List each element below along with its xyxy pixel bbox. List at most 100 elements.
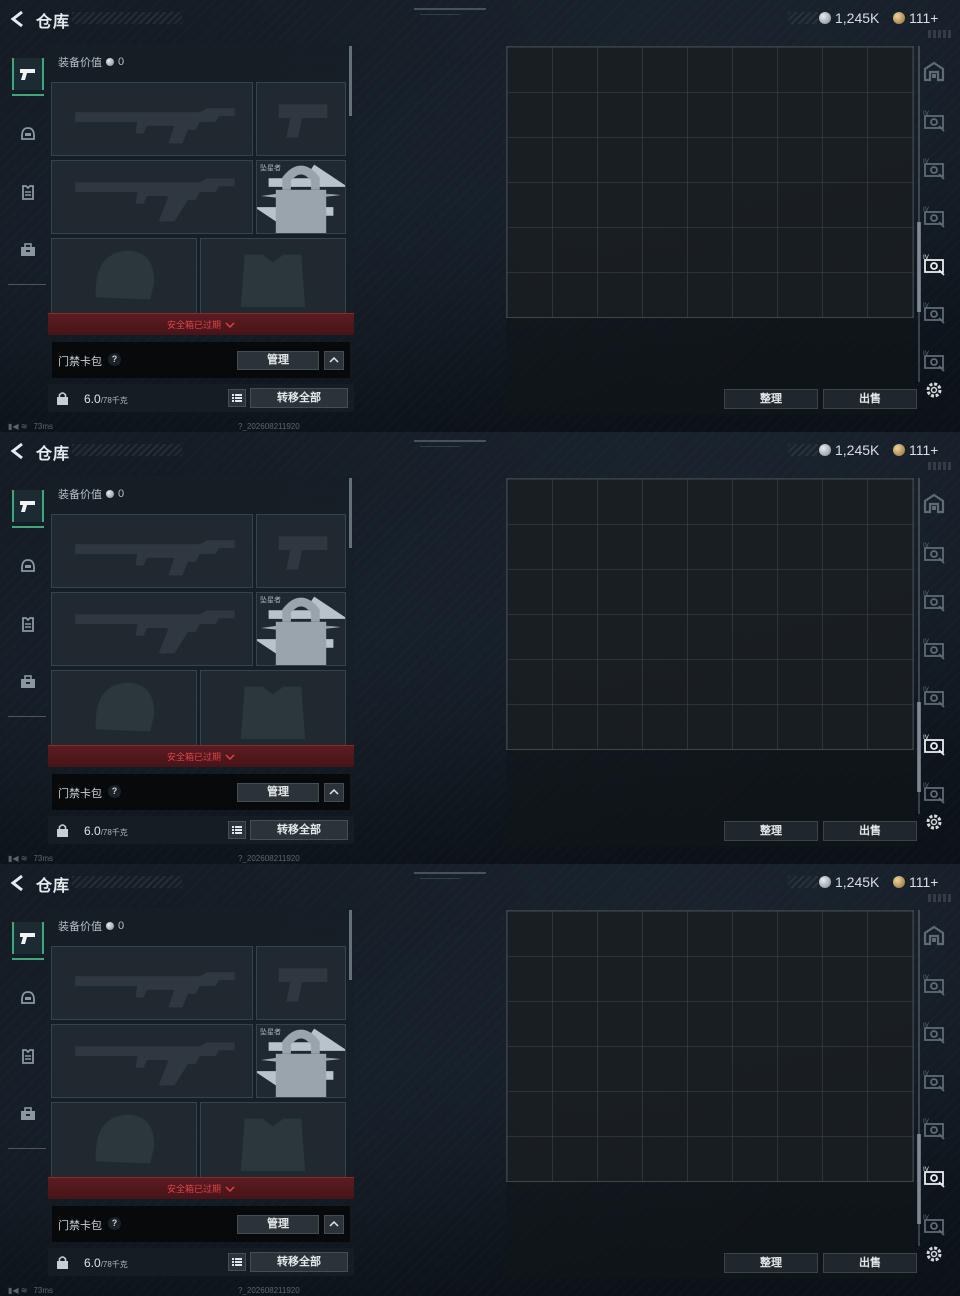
warehouse-icon[interactable] xyxy=(922,60,946,84)
tab-vest[interactable] xyxy=(12,1040,44,1072)
silver-currency[interactable]: 1,245K xyxy=(819,442,879,458)
sort-button[interactable]: 整理 xyxy=(724,389,818,409)
melee-slot[interactable]: 坠星者 xyxy=(256,1024,346,1098)
melee-slot[interactable]: 坠星者 xyxy=(256,592,346,666)
storage-tab-3-icon[interactable]: IV xyxy=(922,636,946,660)
tab-weapons[interactable] xyxy=(12,58,44,96)
tab-weapons[interactable] xyxy=(12,490,44,528)
warehouse-icon[interactable] xyxy=(922,924,946,948)
secondary-weapon-slot[interactable] xyxy=(51,160,253,234)
help-icon[interactable]: ? xyxy=(108,353,121,366)
tab-vest[interactable] xyxy=(12,176,44,208)
gear-icon[interactable] xyxy=(924,380,944,400)
help-icon[interactable]: ? xyxy=(108,1217,121,1230)
sell-button[interactable]: 出售 xyxy=(823,389,917,409)
collapse-button[interactable] xyxy=(324,783,344,802)
storage-grid[interactable] xyxy=(506,910,914,1182)
storage-tab-2-icon[interactable]: IV xyxy=(922,588,946,612)
storage-tabs-scrollbar[interactable] xyxy=(917,910,921,1246)
storage-tab-6-icon[interactable]: IV xyxy=(922,780,946,804)
warehouse-icon[interactable] xyxy=(922,492,946,516)
tab-helmet[interactable] xyxy=(12,982,44,1014)
primary-weapon-slot[interactable] xyxy=(51,82,253,156)
safebox-expired-bar[interactable]: 安全箱已过期 xyxy=(48,1177,354,1199)
helmet-slot[interactable] xyxy=(51,670,197,746)
storage-tab-2-icon[interactable]: IV xyxy=(922,156,946,180)
manage-button[interactable]: 管理 xyxy=(237,1215,319,1234)
gold-currency[interactable]: 111+ xyxy=(893,10,938,26)
storage-tab-5-icon[interactable]: IV xyxy=(922,1164,946,1188)
sell-button[interactable]: 出售 xyxy=(823,1253,917,1273)
gear-icon[interactable] xyxy=(924,812,944,832)
transfer-all-button[interactable]: 转移全部 xyxy=(250,1252,348,1272)
storage-tabs-scrollbar[interactable] xyxy=(917,46,921,382)
helmet-slot[interactable] xyxy=(51,1102,197,1178)
scrollbar-thumb[interactable] xyxy=(917,1134,921,1224)
storage-tab-1-icon[interactable]: IV xyxy=(922,972,946,996)
armor-slot[interactable] xyxy=(200,238,346,314)
equipment-scrollbar[interactable] xyxy=(349,910,352,980)
scrollbar-thumb[interactable] xyxy=(917,702,921,792)
sort-button[interactable]: 整理 xyxy=(724,1253,818,1273)
sidearm-slot[interactable] xyxy=(256,946,346,1020)
storage-tab-4-icon[interactable]: IV xyxy=(922,1116,946,1140)
storage-tab-3-icon[interactable]: IV xyxy=(922,1068,946,1092)
tab-toolbox[interactable] xyxy=(12,1098,44,1130)
transfer-all-button[interactable]: 转移全部 xyxy=(250,388,348,408)
primary-weapon-slot[interactable] xyxy=(51,946,253,1020)
tab-toolbox[interactable] xyxy=(12,234,44,266)
storage-tab-1-icon[interactable]: IV xyxy=(922,108,946,132)
tab-helmet[interactable] xyxy=(12,118,44,150)
secondary-weapon-slot[interactable] xyxy=(51,1024,253,1098)
manage-button[interactable]: 管理 xyxy=(237,351,319,370)
silver-currency[interactable]: 1,245K xyxy=(819,10,879,26)
list-view-button[interactable] xyxy=(228,821,246,839)
storage-tab-2-icon[interactable]: IV xyxy=(922,1020,946,1044)
helmet-slot[interactable] xyxy=(51,238,197,314)
back-arrow-icon[interactable] xyxy=(8,441,28,461)
back-arrow-icon[interactable] xyxy=(8,9,28,29)
equipment-scrollbar[interactable] xyxy=(349,46,352,116)
collapse-button[interactable] xyxy=(324,1215,344,1234)
tab-helmet[interactable] xyxy=(12,550,44,582)
tab-toolbox[interactable] xyxy=(12,666,44,698)
storage-tabs-scrollbar[interactable] xyxy=(917,478,921,814)
safebox-expired-bar[interactable]: 安全箱已过期 xyxy=(48,313,354,335)
transfer-all-button[interactable]: 转移全部 xyxy=(250,820,348,840)
equipment-scrollbar[interactable] xyxy=(349,478,352,548)
chevron-up-icon xyxy=(329,1220,339,1227)
help-icon[interactable]: ? xyxy=(108,785,121,798)
gold-currency[interactable]: 111+ xyxy=(893,874,938,890)
manage-button[interactable]: 管理 xyxy=(237,783,319,802)
tab-weapons[interactable] xyxy=(12,922,44,960)
storage-tab-4-icon[interactable]: IV xyxy=(922,684,946,708)
storage-tab-5-icon[interactable]: IV xyxy=(922,300,946,324)
storage-tab-6-icon[interactable]: IV xyxy=(922,348,946,372)
sidearm-slot[interactable] xyxy=(256,514,346,588)
storage-tab-1-icon[interactable]: IV xyxy=(922,540,946,564)
storage-tab-5-icon[interactable]: IV xyxy=(922,732,946,756)
collapse-button[interactable] xyxy=(324,351,344,370)
secondary-weapon-slot[interactable] xyxy=(51,592,253,666)
gear-icon[interactable] xyxy=(924,1244,944,1264)
sidearm-slot[interactable] xyxy=(256,82,346,156)
sort-button[interactable]: 整理 xyxy=(724,821,818,841)
primary-weapon-slot[interactable] xyxy=(51,514,253,588)
storage-grid[interactable] xyxy=(506,478,914,750)
storage-grid[interactable] xyxy=(506,46,914,318)
safebox-expired-bar[interactable]: 安全箱已过期 xyxy=(48,745,354,767)
storage-tab-4-icon[interactable]: IV xyxy=(922,252,946,276)
silver-currency[interactable]: 1,245K xyxy=(819,874,879,890)
armor-slot[interactable] xyxy=(200,1102,346,1178)
tab-vest[interactable] xyxy=(12,608,44,640)
melee-slot[interactable]: 坠星者 xyxy=(256,160,346,234)
storage-tab-3-icon[interactable]: IV xyxy=(922,204,946,228)
armor-slot[interactable] xyxy=(200,670,346,746)
list-view-button[interactable] xyxy=(228,389,246,407)
storage-tab-6-icon[interactable]: IV xyxy=(922,1212,946,1236)
scrollbar-thumb[interactable] xyxy=(917,222,921,312)
list-view-button[interactable] xyxy=(228,1253,246,1271)
sell-button[interactable]: 出售 xyxy=(823,821,917,841)
gold-currency[interactable]: 111+ xyxy=(893,442,938,458)
back-arrow-icon[interactable] xyxy=(8,873,28,893)
